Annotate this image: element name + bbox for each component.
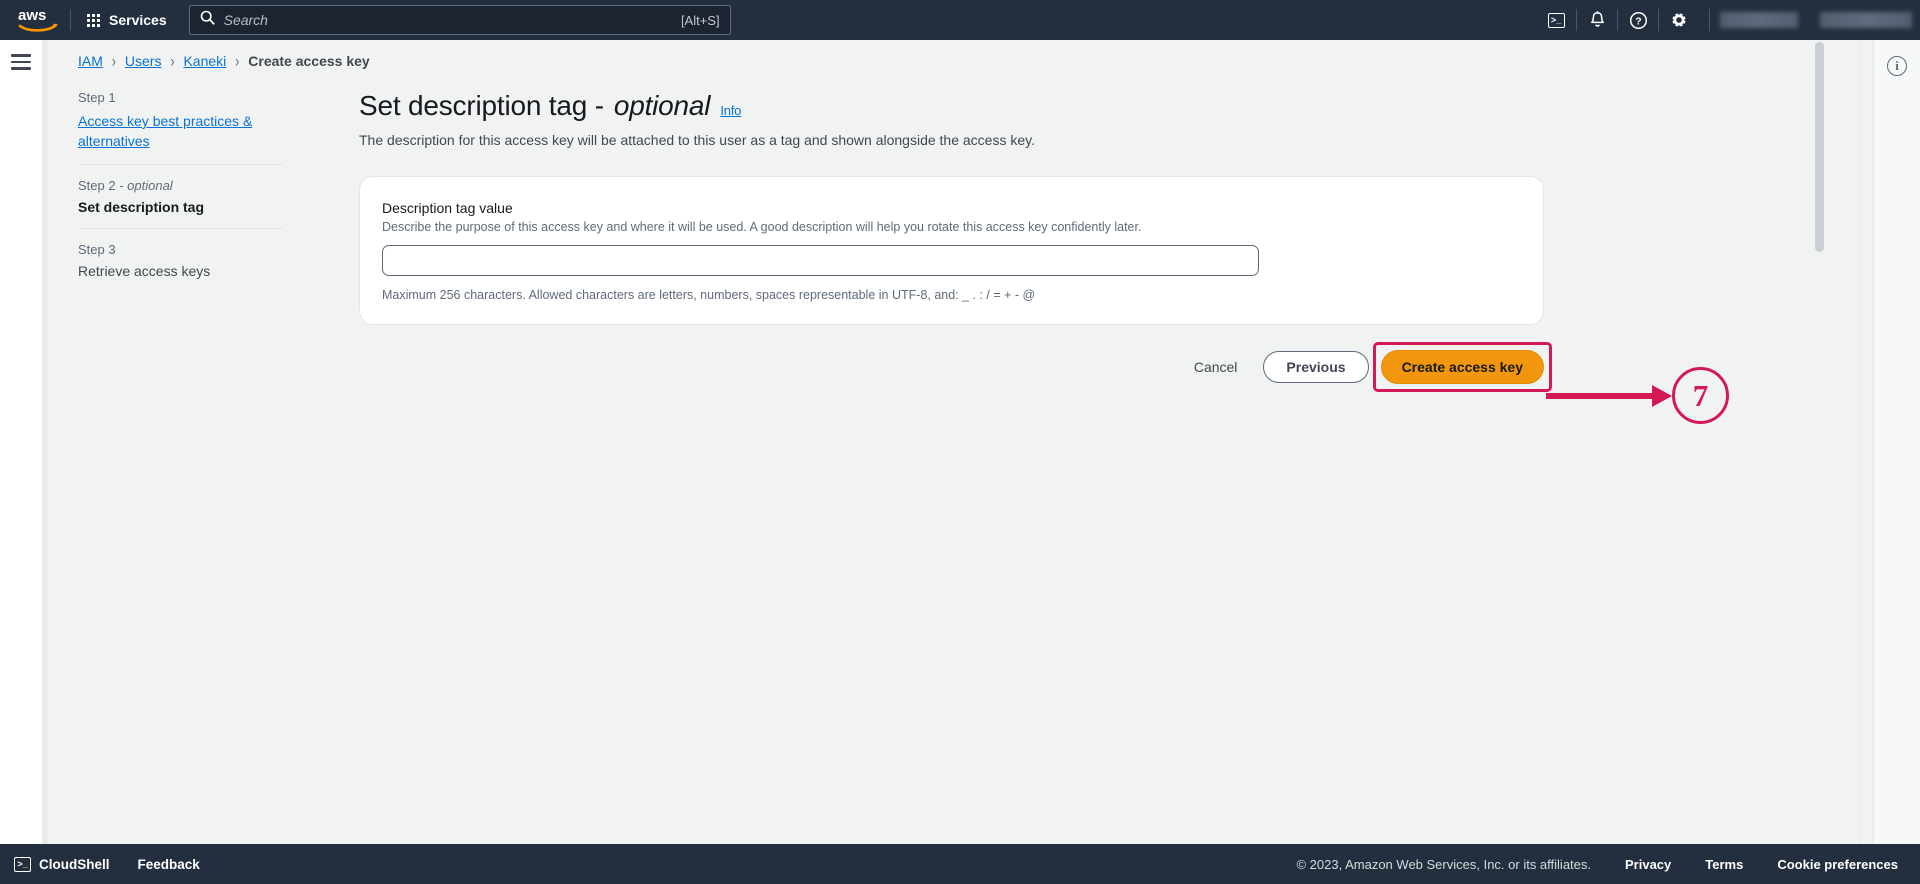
wizard-actions: Cancel Previous Create access key xyxy=(359,342,1552,392)
breadcrumb-item-kaneki[interactable]: Kaneki xyxy=(183,53,226,69)
search-icon xyxy=(200,10,215,30)
region-menu[interactable] xyxy=(1820,12,1912,28)
sidebar-item-access-key-best-practices[interactable]: Access key best practices & alternatives xyxy=(78,111,283,151)
footer-right-cluster: © 2023, Amazon Web Services, Inc. or its… xyxy=(1296,857,1920,872)
info-link[interactable]: Info xyxy=(720,103,741,118)
breadcrumb-separator-icon: › xyxy=(170,51,175,71)
breadcrumb-separator-icon: › xyxy=(235,51,240,71)
breadcrumb-item-users[interactable]: Users xyxy=(125,53,162,69)
services-menu-button[interactable]: Services xyxy=(75,0,179,40)
create-access-key-wrapper: Create access key xyxy=(1372,342,1552,392)
footer-copyright: © 2023, Amazon Web Services, Inc. or its… xyxy=(1296,856,1591,872)
aws-logo[interactable]: aws xyxy=(10,0,66,40)
wizard-steps-sidebar: Step 1 Access key best practices & alter… xyxy=(78,90,283,292)
description-tag-value-constraint: Maximum 256 characters. Allowed characte… xyxy=(382,288,1036,302)
page-description: The description for this access key will… xyxy=(359,132,1035,148)
menu-hamburger-icon[interactable] xyxy=(11,54,31,70)
description-tag-value-helper: Describe the purpose of this access key … xyxy=(382,220,1142,234)
footer-bar: >_ CloudShell Feedback © 2023, Amazon We… xyxy=(0,844,1920,884)
page-title-optional: optional xyxy=(613,90,711,121)
cloudshell-icon: >_ xyxy=(14,856,31,872)
description-tag-value-input[interactable] xyxy=(382,245,1259,276)
nav-divider xyxy=(1709,9,1710,31)
grid-icon xyxy=(87,13,100,27)
services-label: Services xyxy=(109,12,167,28)
step-1-number: Step 1 xyxy=(78,90,116,105)
wizard-step-1: Step 1 Access key best practices & alter… xyxy=(78,90,283,164)
page-body: IAM › Users › Kaneki › Create access key… xyxy=(0,40,1920,844)
footer-cloudshell-label: CloudShell xyxy=(39,856,110,872)
rail-shadow xyxy=(44,40,49,844)
cloudshell-icon[interactable]: >_ xyxy=(1536,0,1576,40)
step-2-number: Step 2 - optional xyxy=(78,178,283,193)
footer-cloudshell-button[interactable]: >_ CloudShell xyxy=(14,856,110,872)
step-3-number: Step 3 xyxy=(78,242,116,257)
footer-privacy-link[interactable]: Privacy xyxy=(1625,857,1671,872)
page-scrollbar-track[interactable] xyxy=(1815,40,1873,844)
breadcrumb-separator-icon: › xyxy=(111,51,116,71)
description-tag-card: Description tag value Describe the purpo… xyxy=(359,176,1544,325)
step-2-number-text: Step 2 xyxy=(78,178,116,193)
breadcrumb-item-current: Create access key xyxy=(248,53,370,69)
account-menu[interactable] xyxy=(1720,12,1798,28)
page-title-text: Set description tag - xyxy=(359,90,604,121)
main-content: Set description tag - optional Info The … xyxy=(359,90,1552,392)
footer-feedback-link[interactable]: Feedback xyxy=(138,857,200,872)
top-nav-right-cluster: >_ ? xyxy=(1536,0,1920,40)
cancel-button[interactable]: Cancel xyxy=(1180,352,1252,382)
notifications-bell-icon[interactable] xyxy=(1577,0,1617,40)
global-search-box[interactable]: Search [Alt+S] xyxy=(188,5,731,35)
page-title: Set description tag - optional Info xyxy=(359,90,1544,122)
settings-gear-icon[interactable] xyxy=(1659,0,1699,40)
nav-divider xyxy=(70,9,71,31)
create-access-key-button[interactable]: Create access key xyxy=(1380,350,1544,384)
help-question-icon[interactable]: ? xyxy=(1618,0,1658,40)
wizard-step-3: Step 3 Retrieve access keys xyxy=(78,228,283,292)
annotation-step-badge: 7 xyxy=(1672,367,1729,424)
right-rail: i xyxy=(1873,40,1920,844)
svg-text:?: ? xyxy=(1635,16,1641,27)
description-tag-value-label: Description tag value xyxy=(382,200,513,216)
annotation-overlay: 7 xyxy=(1544,366,1729,446)
search-input[interactable]: Search xyxy=(224,12,681,28)
previous-button[interactable]: Previous xyxy=(1263,351,1369,383)
svg-text:aws: aws xyxy=(18,7,46,24)
sidebar-item-retrieve-access-keys: Retrieve access keys xyxy=(78,263,211,279)
page-scrollbar-thumb[interactable] xyxy=(1815,42,1824,252)
search-shortcut-hint: [Alt+S] xyxy=(680,12,720,28)
step-2-optional-text: - optional xyxy=(115,178,173,193)
annotation-arrow-icon xyxy=(1546,385,1672,407)
info-circle-icon[interactable]: i xyxy=(1887,56,1907,76)
footer-cookie-preferences-link[interactable]: Cookie preferences xyxy=(1777,857,1898,872)
sidebar-item-set-description-tag[interactable]: Set description tag xyxy=(78,199,283,215)
top-navigation-bar: aws Services Search [Alt+S] >_ ? xyxy=(0,0,1920,40)
breadcrumb-item-iam[interactable]: IAM xyxy=(78,53,103,69)
breadcrumb: IAM › Users › Kaneki › Create access key xyxy=(78,51,370,71)
wizard-step-2: Step 2 - optional Set description tag xyxy=(78,164,283,228)
footer-terms-link[interactable]: Terms xyxy=(1705,857,1743,872)
left-rail xyxy=(0,40,43,844)
